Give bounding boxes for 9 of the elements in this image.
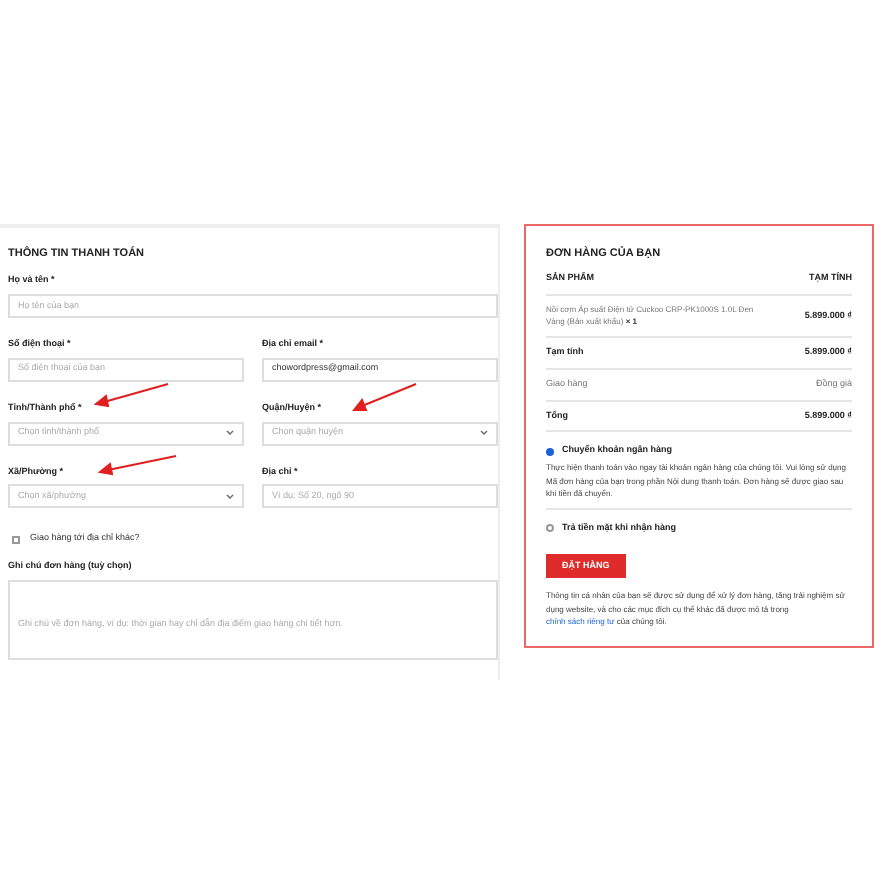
radio-button[interactable] (546, 447, 554, 456)
chevron-down-icon (226, 493, 234, 500)
annotation-arrow (94, 382, 170, 408)
chevron-down-icon (480, 430, 488, 436)
chevron-down-icon (226, 430, 234, 436)
annotation-arrow (352, 382, 418, 412)
checkbox[interactable] (12, 535, 20, 544)
radio-button[interactable] (546, 523, 554, 532)
annotation-arrow (98, 454, 178, 476)
